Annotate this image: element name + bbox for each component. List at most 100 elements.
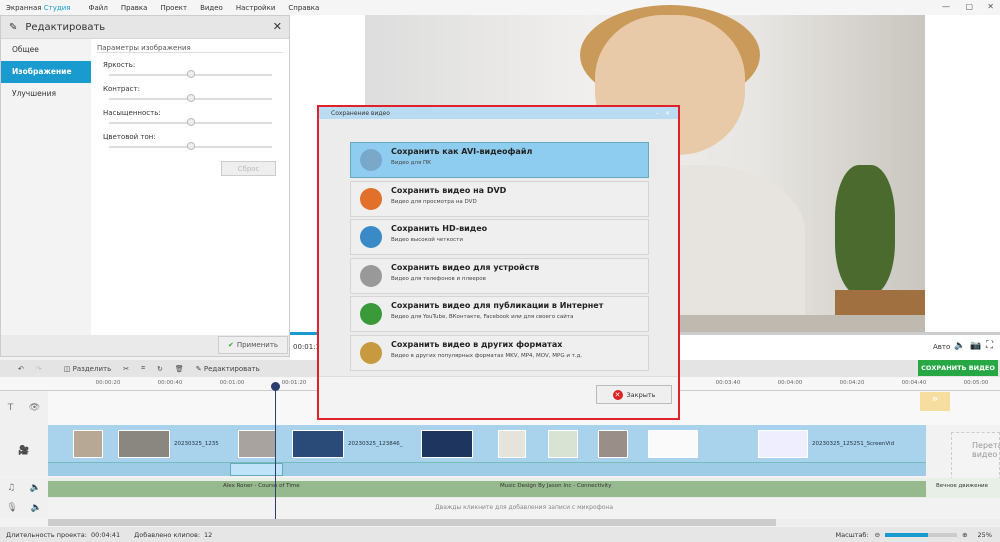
playhead[interactable] [275, 382, 276, 519]
playback-time: 00:01:1 [293, 343, 320, 351]
mic-track[interactable]: Дважды кликните для добавления записи с … [48, 498, 1000, 518]
video-audio-strip[interactable] [48, 462, 926, 476]
close-label: Закрыть [626, 390, 656, 399]
music-track-header: ♫ 🔈 [0, 478, 48, 498]
clips-count: 12 [204, 530, 213, 539]
slider-knob[interactable] [186, 70, 195, 78]
slider-knob[interactable] [186, 142, 195, 150]
apply-label: Применить [236, 341, 279, 349]
split-button[interactable]: ◫ Разделить [64, 365, 111, 373]
menu-settings[interactable]: Настройки [236, 4, 276, 12]
ruler-tick-label: 00:00:20 [95, 380, 121, 386]
zoom-in-icon[interactable]: ⊕ [962, 531, 967, 539]
playhead-handle[interactable] [271, 382, 280, 391]
save-option[interactable]: Сохранить как AVI-видеофайл Видео для ПК [350, 142, 649, 178]
zoom-slider[interactable] [885, 532, 958, 537]
video-camera-icon: 🎥 [18, 445, 30, 456]
save-option[interactable]: Сохранить видео для публикации в Интерне… [350, 296, 649, 332]
contrast-label: Контраст: [103, 85, 140, 93]
tab-enhancements[interactable]: Улучшения [1, 83, 91, 105]
edit-icon: ✎ [195, 364, 204, 373]
contrast-slider[interactable] [109, 93, 272, 105]
volume-icon[interactable]: 🔈 [30, 483, 41, 493]
visibility-icon[interactable]: 👁 [29, 403, 40, 413]
close-icon[interactable]: ✕ [273, 20, 282, 33]
close-window-icon[interactable]: ✕ [987, 2, 994, 11]
snapshot-icon[interactable]: 📷 [970, 341, 981, 351]
option-subtitle: Видео для телефонов и плееров [391, 275, 486, 282]
save-video-button[interactable]: СОХРАНИТЬ ВИДЕО [918, 360, 998, 376]
reset-button[interactable]: Сброс [221, 161, 276, 176]
app-title-part2: Студия [43, 3, 71, 12]
cut-icon[interactable]: ✂ [123, 365, 129, 373]
ruler-tick-label: 00:05:00 [963, 380, 989, 386]
zoom-out-icon[interactable]: ⊖ [875, 531, 880, 539]
clips-label: Добавлено клипов: [134, 530, 201, 539]
text-track-header: T 👁 [0, 391, 48, 425]
rotate-icon[interactable]: ↻ [157, 365, 163, 373]
menu-project[interactable]: Проект [160, 4, 187, 12]
clip-label[interactable]: 20230325_123846_ [348, 441, 403, 447]
clip-label[interactable]: 20230325_1235 [174, 441, 219, 447]
slider-knob[interactable] [186, 94, 195, 102]
tab-image[interactable]: Изображение [1, 61, 91, 83]
menu-video[interactable]: Видео [200, 4, 223, 12]
close-button[interactable]: ✕ Закрыть [596, 385, 672, 404]
menu-help[interactable]: Справка [288, 4, 319, 12]
globe-icon [360, 303, 382, 325]
audio-clip-label[interactable]: Вечное движение [936, 483, 988, 489]
minimize-icon[interactable]: — [942, 2, 950, 11]
text-icon: T [7, 403, 14, 413]
fullscreen-icon[interactable]: ⛶ [986, 340, 993, 351]
hue-label: Цветовой тон: [103, 133, 156, 141]
transition-marker-icon[interactable]: » [920, 392, 950, 411]
film-reel-icon [360, 341, 382, 364]
audio-clip-label[interactable]: Alex Roner - Course of Time [223, 483, 300, 489]
save-option[interactable]: Сохранить видео в других форматах Видео в… [350, 334, 649, 371]
brightness-slider[interactable] [109, 69, 272, 81]
save-option[interactable]: Сохранить HD-видео Видео высокой четкости [350, 219, 649, 255]
ruler-tick-label: 00:01:20 [281, 380, 307, 386]
maximize-icon[interactable]: ▢ [965, 2, 973, 11]
crop-icon[interactable]: ⌗ [141, 364, 145, 373]
edit-sidebar: Общее Изображение Улучшения [1, 39, 91, 335]
volume-icon[interactable]: 🔈 [954, 341, 965, 351]
apply-button[interactable]: ✔ Применить [218, 336, 288, 354]
option-title: Сохранить видео для публикации в Интерне… [391, 301, 604, 310]
ruler-tick-label: 00:04:40 [901, 380, 927, 386]
avi-file-icon [360, 149, 382, 171]
audio-clip-label[interactable]: Music Design By Jason Inc - Connectivity [500, 483, 611, 489]
delete-icon[interactable]: 🗑 [175, 365, 184, 373]
image-settings: Параметры изображения Яркость: Контраст:… [91, 39, 289, 335]
redo-icon[interactable]: ↷ [36, 365, 42, 373]
clip-label[interactable]: 20230325_125251_ScreenVid [812, 441, 894, 447]
undo-icon[interactable]: ↶ [18, 365, 24, 373]
edit-panel-header: ✎ Редактировать ✕ [1, 16, 289, 39]
option-title: Сохранить как AVI-видеофайл [391, 147, 533, 156]
mic-track-header: 🎙 🔈 [0, 498, 48, 518]
option-subtitle: Видео высокой четкости [391, 237, 463, 243]
music-track[interactable]: Alex Roner - Course of Time Music Design… [48, 478, 1000, 498]
save-option[interactable]: Сохранить видео для устройств Видео для т… [350, 257, 649, 294]
ruler-tick-label: 00:04:00 [777, 380, 803, 386]
ruler-tick-label: 00:00:40 [157, 380, 183, 386]
saturation-slider[interactable] [109, 117, 272, 129]
hue-slider[interactable] [109, 141, 272, 153]
split-label: Разделить [72, 364, 112, 373]
menu-file[interactable]: Файл [88, 4, 107, 12]
edit-icon: ✎ [9, 21, 18, 33]
dialog-minimize-icon[interactable]: – [656, 110, 659, 117]
slider-knob[interactable] [186, 118, 195, 126]
quality-select[interactable]: Авто [933, 343, 950, 351]
volume-icon[interactable]: 🔈 [30, 503, 41, 513]
dialog-close-icon[interactable]: ✕ [665, 110, 670, 117]
option-subtitle: Видео для ПК [391, 160, 432, 166]
split-icon: ◫ [63, 364, 73, 373]
timeline-scrollbar[interactable] [48, 519, 1000, 526]
video-track[interactable]: 20230325_1235 20230325_123846_ 20230325_… [48, 425, 926, 462]
save-option[interactable]: Сохранить видео на DVD Видео для просмотр… [350, 180, 649, 217]
tab-general[interactable]: Общее [1, 39, 91, 61]
menu-edit[interactable]: Правка [121, 4, 148, 12]
edit-button[interactable]: ✎ Редактировать [196, 365, 260, 373]
zoom-value: 25% [977, 530, 992, 539]
